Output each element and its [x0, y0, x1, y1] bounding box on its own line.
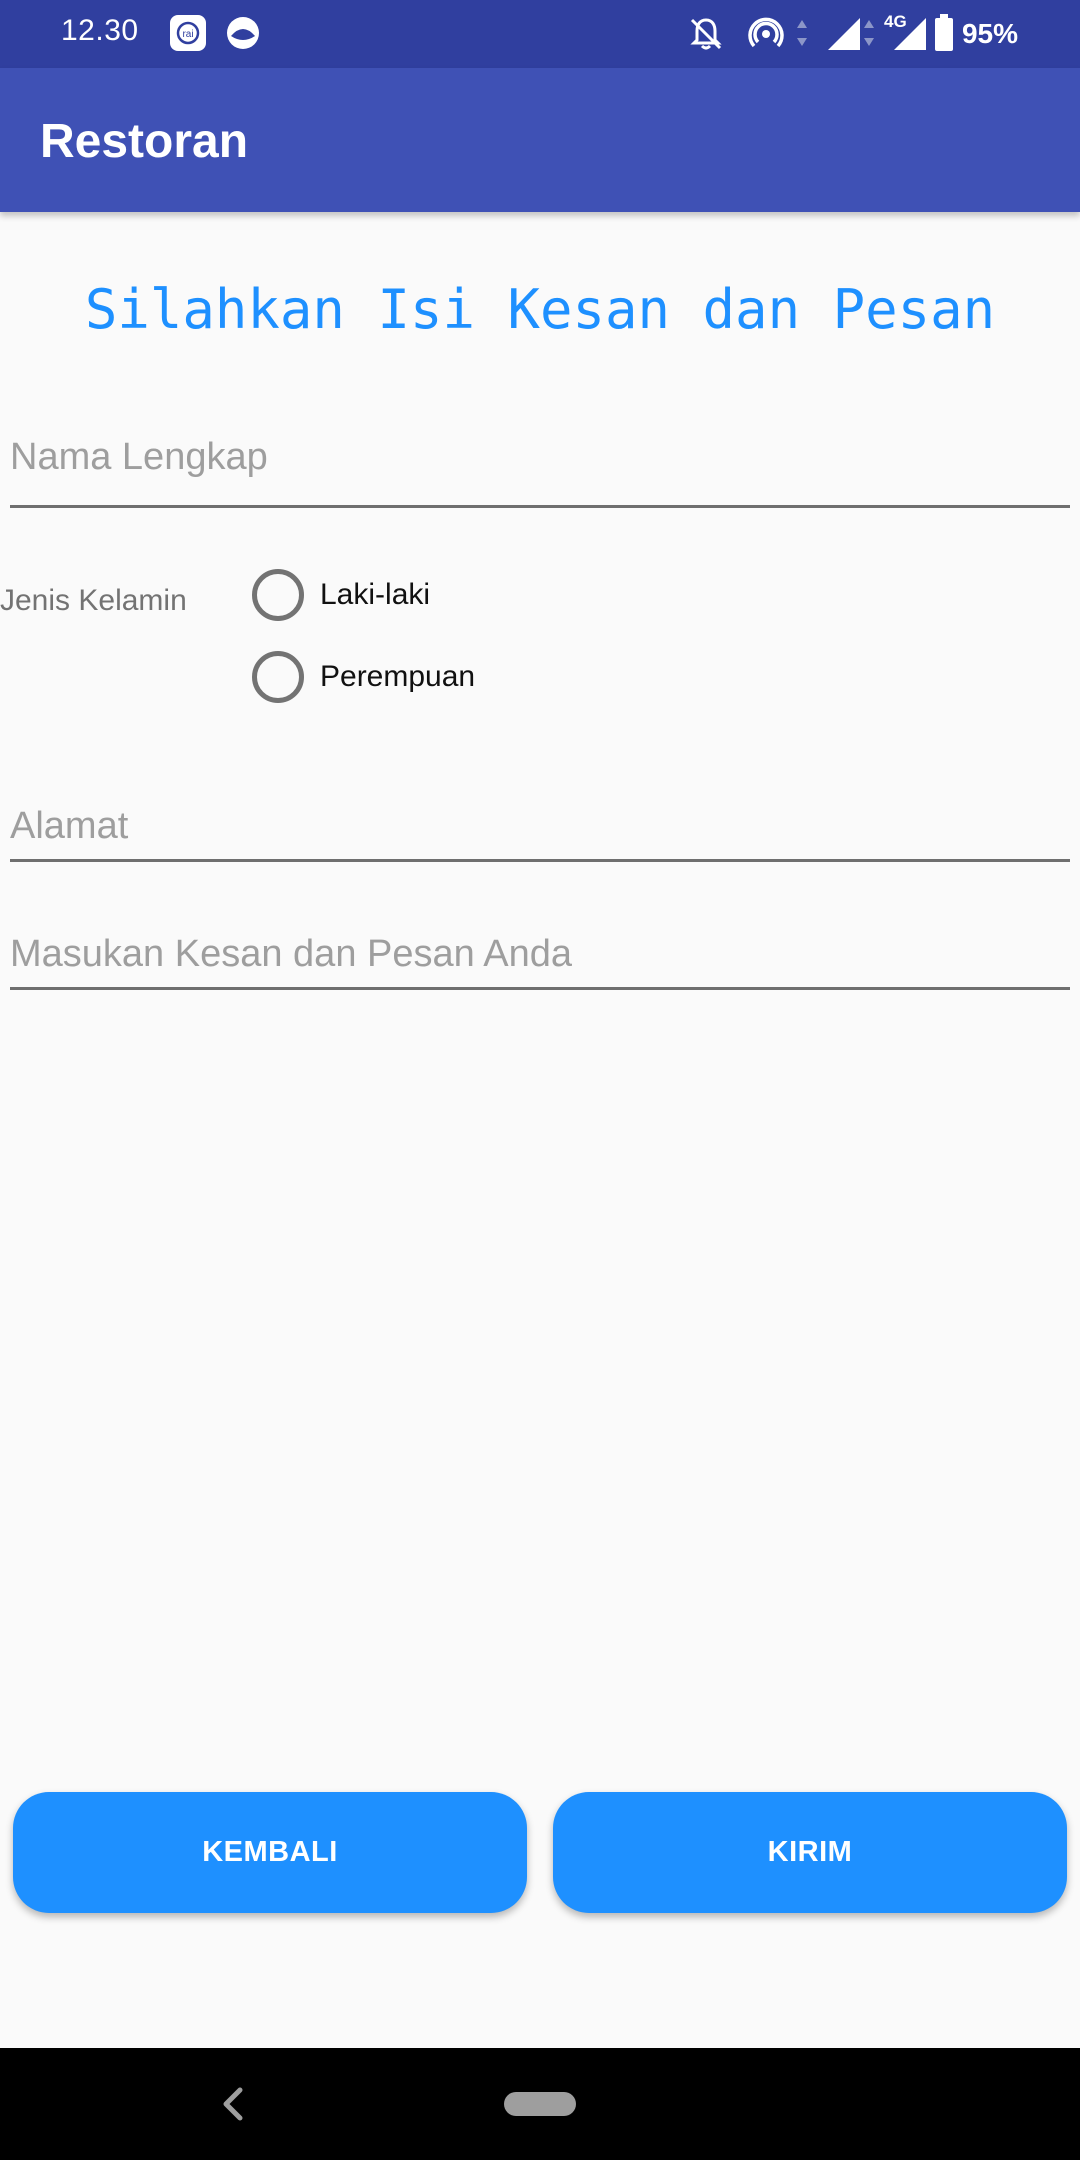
radio-female[interactable]: Perempuan [252, 647, 475, 707]
radio-circle-icon[interactable] [252, 569, 304, 621]
hotspot-icon [748, 17, 784, 48]
full-name-input[interactable] [10, 426, 1070, 488]
data-arrows-icon-2 [864, 20, 874, 46]
address-input[interactable] [10, 798, 1070, 854]
svg-text:rai: rai [182, 29, 193, 40]
back-chevron-icon[interactable] [218, 2084, 248, 2124]
navigation-bar [0, 2048, 1080, 2160]
battery-icon [935, 14, 953, 51]
status-bar: 12.30 rai 4G 95% [0, 0, 1080, 68]
radio-male-label: Laki-laki [320, 578, 431, 611]
send-button[interactable]: KIRIM [553, 1792, 1067, 1913]
signal-icon [828, 18, 860, 50]
full-name-field [10, 418, 1070, 508]
radio-male[interactable]: Laki-laki [252, 565, 430, 625]
gender-label: Jenis Kelamin [0, 584, 187, 617]
message-input[interactable] [10, 926, 1070, 982]
app-bar: Restoran [0, 68, 1080, 212]
status-time: 12.30 [61, 14, 139, 47]
radio-female-label: Perempuan [320, 660, 476, 693]
message-field [10, 926, 1070, 990]
screen: 12.30 rai 4G 95% Restoran Silahkan Isi K… [0, 0, 1080, 2160]
signal-4g-icon [894, 18, 926, 50]
home-pill-icon[interactable] [504, 2092, 576, 2116]
battery-percentage: 95% [961, 18, 1018, 49]
form-heading: Silahkan Isi Kesan dan Pesan [84, 278, 996, 341]
bell-off-icon [690, 18, 722, 50]
app-notification-icon-2 [227, 17, 259, 49]
address-field [10, 798, 1070, 862]
data-arrows-icon [797, 20, 807, 46]
app-title: Restoran [40, 115, 249, 168]
radio-circle-icon[interactable] [252, 651, 304, 703]
app-notification-icon: rai [170, 15, 206, 51]
back-button[interactable]: KEMBALI [13, 1792, 527, 1913]
